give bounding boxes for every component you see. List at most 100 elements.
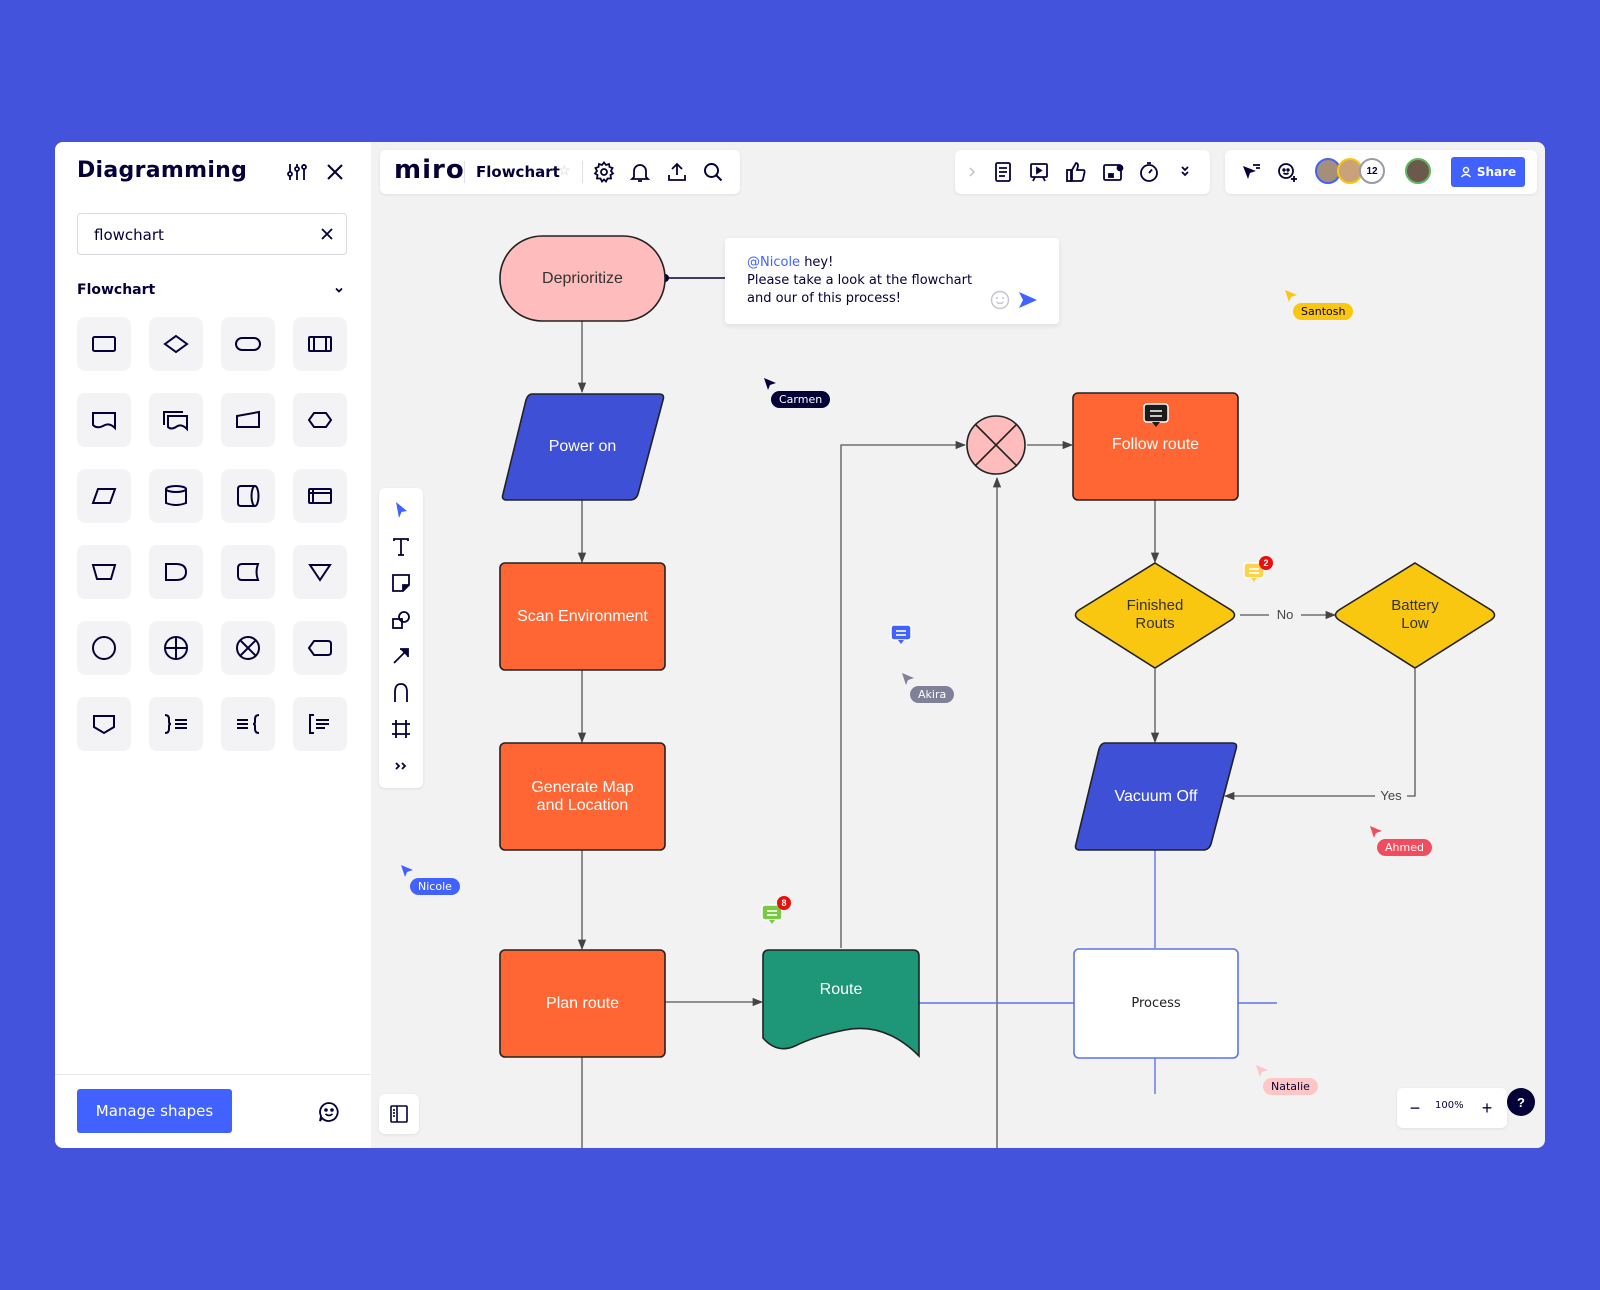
zoom-level[interactable]: 100% <box>1435 1100 1464 1111</box>
shape-document[interactable] <box>77 393 131 447</box>
frame-tool-icon[interactable] <box>389 717 413 741</box>
cursor-natalie: Natalie <box>1263 1078 1318 1095</box>
manage-shapes-button[interactable]: Manage shapes <box>77 1089 232 1133</box>
shape-annotation-left[interactable] <box>221 697 275 751</box>
creation-toolbar <box>379 488 423 788</box>
cursor-arrow-icon <box>902 673 914 685</box>
shape-search-input[interactable] <box>92 214 316 256</box>
avatar-current-user[interactable] <box>1405 158 1431 184</box>
shape-summing-junction[interactable] <box>149 621 203 675</box>
shape-annotation-bracket[interactable] <box>293 697 347 751</box>
node-route[interactable] <box>762 949 920 1058</box>
divider <box>582 161 583 183</box>
node-finished-routs[interactable] <box>1074 562 1236 669</box>
emoji-icon[interactable] <box>990 290 1010 310</box>
mention-link[interactable]: @Nicole <box>747 255 800 270</box>
reactions-add-icon[interactable] <box>1275 160 1299 184</box>
connector-arrow-icon[interactable] <box>389 644 413 668</box>
text-tool-icon[interactable] <box>389 535 413 559</box>
board-name[interactable]: Flowchart <box>476 163 560 181</box>
divider <box>464 161 465 183</box>
upload-export-icon[interactable] <box>665 160 689 184</box>
shape-hexagon[interactable] <box>293 393 347 447</box>
comment-marker-green[interactable]: 8 <box>761 896 791 926</box>
shapes-tool-icon[interactable] <box>389 608 413 632</box>
notes-icon[interactable] <box>991 160 1015 184</box>
chevron-right-icon[interactable] <box>963 160 981 184</box>
user-icon <box>1460 166 1471 178</box>
shape-rounded-rectangle[interactable] <box>221 317 275 371</box>
cursor-nicole: Nicole <box>410 878 460 895</box>
shape-direct-access-storage[interactable] <box>221 469 275 523</box>
help-button[interactable]: ? <box>1507 1088 1535 1116</box>
filter-settings-icon[interactable] <box>285 160 309 184</box>
comment-marker-blue[interactable] <box>890 624 912 646</box>
shape-manual-input[interactable] <box>221 393 275 447</box>
thumbs-up-vote-icon[interactable] <box>1064 160 1088 184</box>
close-icon[interactable] <box>323 160 347 184</box>
shape-predefined-process[interactable] <box>293 317 347 371</box>
node-scan-environment[interactable] <box>499 562 666 671</box>
pen-tool-icon[interactable] <box>389 681 413 705</box>
shape-diamond[interactable] <box>149 317 203 371</box>
search-icon[interactable] <box>701 160 725 184</box>
feedback-icon[interactable] <box>317 1100 341 1124</box>
send-icon[interactable] <box>1017 289 1039 311</box>
chevron-down-icon[interactable] <box>333 284 345 296</box>
node-battery-low[interactable] <box>1334 562 1496 669</box>
shape-cylinder[interactable] <box>149 469 203 523</box>
shape-or[interactable] <box>221 621 275 675</box>
shape-circle[interactable] <box>77 621 131 675</box>
comment-popup: @Nicole hey! Please take a look at the f… <box>725 238 1059 324</box>
node-generate-map[interactable] <box>499 742 666 851</box>
presentation-icon[interactable] <box>1027 160 1051 184</box>
cursor-arrow-icon <box>1256 1065 1268 1077</box>
cursor-santosh: Santosh <box>1293 303 1354 320</box>
share-button[interactable]: Share <box>1451 157 1525 187</box>
shape-annotation-right[interactable] <box>149 697 203 751</box>
zoom-out-button[interactable]: − <box>1405 1098 1425 1118</box>
star-icon[interactable]: ☆ <box>558 162 571 179</box>
shape-off-page-connector[interactable] <box>77 697 131 751</box>
shape-grid <box>77 317 347 751</box>
settings-gear-icon[interactable] <box>592 160 616 184</box>
cursor-ahmed: Ahmed <box>1377 839 1432 856</box>
node-process[interactable] <box>1073 948 1239 1059</box>
clear-search-icon[interactable] <box>318 225 336 243</box>
edge-battery-vacuum[interactable] <box>1405 669 1416 797</box>
miro-app-window: Deprioritize Power on Scan Environment G… <box>55 142 1545 1148</box>
shape-merge[interactable] <box>293 545 347 599</box>
cursor-akira: Akira <box>910 686 955 703</box>
shape-multiple-documents[interactable] <box>149 393 203 447</box>
shape-display[interactable] <box>293 621 347 675</box>
users-toolbar: 12 Share <box>1225 150 1537 194</box>
shape-parallelogram[interactable] <box>77 469 131 523</box>
shape-stored-data[interactable] <box>221 545 275 599</box>
zoom-in-button[interactable]: + <box>1477 1098 1497 1118</box>
notification-badge: 2 <box>1259 556 1273 570</box>
screen-share-icon[interactable] <box>1101 160 1125 184</box>
miro-logo[interactable]: miro <box>394 155 465 185</box>
select-cursor-icon[interactable] <box>389 498 413 522</box>
node-merge-or[interactable] <box>966 415 1026 475</box>
notification-bell-icon[interactable] <box>628 160 652 184</box>
shape-rectangle[interactable] <box>77 317 131 371</box>
section-title[interactable]: Flowchart <box>77 282 155 298</box>
node-vacuum-off[interactable] <box>1074 742 1238 851</box>
more-tools-icon[interactable] <box>389 754 413 778</box>
node-plan-route[interactable] <box>499 949 666 1058</box>
sticky-note-icon[interactable] <box>389 571 413 595</box>
timer-icon[interactable] <box>1137 160 1161 184</box>
collaborator-count[interactable]: 12 <box>1359 158 1385 184</box>
more-chevrons-icon[interactable] <box>1173 160 1197 184</box>
cursor-follow-icon[interactable] <box>1239 160 1263 184</box>
comment-marker-yellow[interactable]: 2 <box>1243 556 1273 588</box>
shape-delay[interactable] <box>149 545 203 599</box>
shape-internal-storage[interactable] <box>293 469 347 523</box>
sidebar-divider <box>55 1074 371 1075</box>
board-header-toolbar: miro Flowchart ☆ <box>380 150 740 194</box>
toggle-panel-button[interactable] <box>379 1094 419 1134</box>
node-deprioritize[interactable] <box>499 235 666 322</box>
shape-manual-operation[interactable] <box>77 545 131 599</box>
node-power-on[interactable] <box>501 393 665 501</box>
